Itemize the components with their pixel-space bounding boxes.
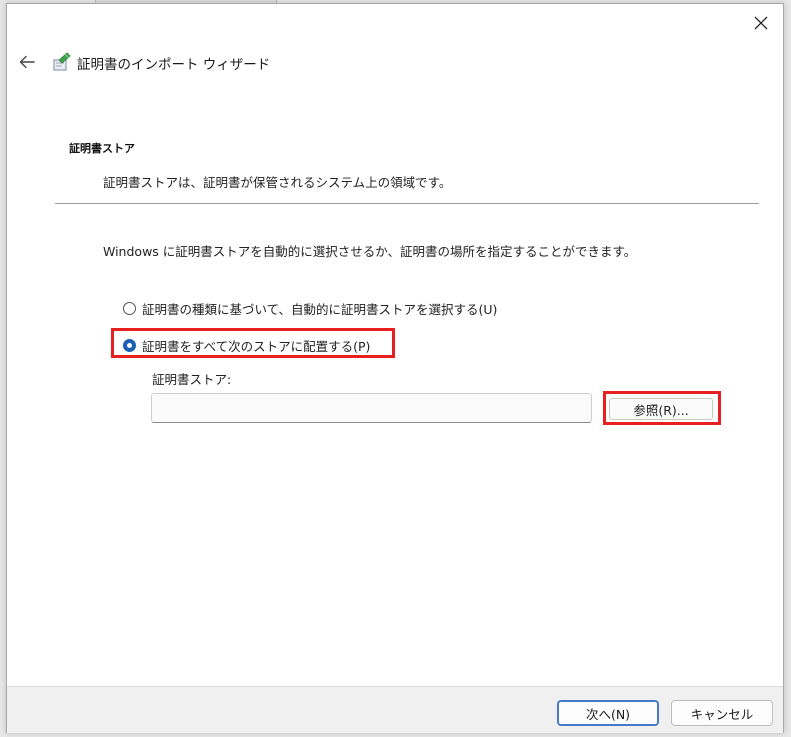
- wizard-header: 証明書のインポート ウィザード: [7, 44, 783, 84]
- intro-text: Windows に証明書ストアを自動的に選択させるか、証明書の場所を指定すること…: [103, 244, 637, 259]
- wizard-content: 証明書ストア 証明書ストアは、証明書が保管されるシステム上の領域です。 Wind…: [7, 90, 783, 688]
- certificate-icon: [53, 52, 71, 71]
- back-arrow-icon: [19, 55, 35, 69]
- certificate-store-label: 証明書ストア:: [152, 372, 232, 387]
- radio-button-checked[interactable]: [123, 339, 136, 352]
- section-title: 証明書ストア: [69, 142, 135, 155]
- browse-button[interactable]: 参照(R)...: [609, 398, 713, 420]
- section-divider: [55, 203, 759, 204]
- wizard-footer: 次へ(N) キャンセル: [7, 686, 783, 733]
- radio-button-unchecked[interactable]: [123, 302, 136, 315]
- section-description: 証明書ストアは、証明書が保管されるシステム上の領域です。: [103, 175, 452, 190]
- certificate-import-wizard-window: 証明書のインポート ウィザード 証明書ストア 証明書ストアは、証明書が保管される…: [6, 3, 784, 733]
- certificate-store-input[interactable]: [151, 393, 592, 423]
- radio-auto-label: 証明書の種類に基づいて、自動的に証明書ストアを選択する(U): [142, 302, 498, 317]
- wizard-title: 証明書のインポート ウィザード: [77, 57, 271, 73]
- cancel-button[interactable]: キャンセル: [671, 700, 773, 726]
- close-button[interactable]: [743, 8, 779, 38]
- radio-auto-select-store[interactable]: 証明書の種類に基づいて、自動的に証明書ストアを選択する(U): [123, 299, 497, 318]
- radio-place-in-store[interactable]: 証明書をすべて次のストアに配置する(P): [123, 336, 370, 355]
- back-button[interactable]: [13, 48, 41, 76]
- title-bar: [7, 4, 783, 40]
- radio-manual-label: 証明書をすべて次のストアに配置する(P): [142, 339, 371, 354]
- next-button[interactable]: 次へ(N): [557, 700, 659, 726]
- close-icon: [754, 16, 768, 30]
